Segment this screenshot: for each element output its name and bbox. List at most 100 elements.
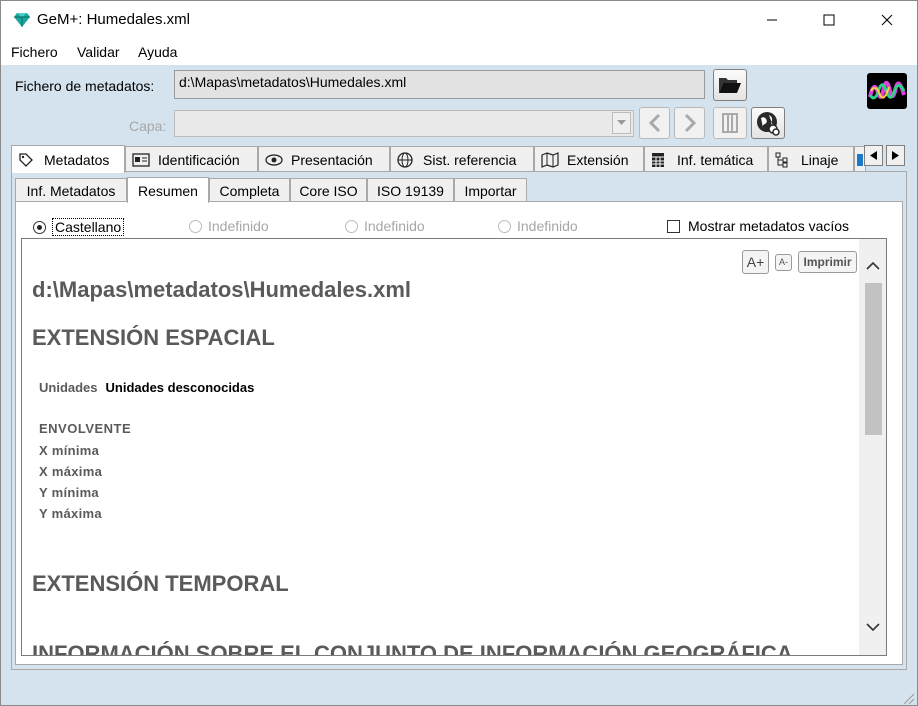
layer-dropdown-button[interactable]: [612, 112, 631, 134]
tag-icon: [18, 152, 38, 168]
menu-validar[interactable]: Validar: [77, 44, 120, 60]
radio-icon: [345, 219, 358, 233]
units-value: Unidades desconocidas: [105, 380, 255, 395]
report-title: d:\Mapas\metadatos\Humedales.xml: [32, 277, 412, 302]
print-button[interactable]: Imprimir: [798, 251, 857, 273]
chevron-right-icon: [684, 113, 696, 133]
gem-icon: [14, 13, 30, 27]
section-heading-spatial: EXTENSIÓN ESPACIAL: [32, 325, 275, 350]
open-file-button[interactable]: [713, 69, 747, 101]
radio-selected-icon: [33, 220, 46, 234]
show-empty-checkbox[interactable]: Mostrar metadatos vacíos: [667, 218, 849, 234]
maximize-button[interactable]: [800, 1, 858, 39]
layer-label: Capa:: [129, 118, 167, 134]
tab-metadatos[interactable]: Metadatos: [11, 145, 125, 173]
subtab-resumen[interactable]: Resumen: [127, 177, 209, 203]
columns-icon: [722, 113, 738, 133]
xmax-label: X máxima: [39, 464, 103, 479]
menu-bar: Fichero Validar Ayuda: [1, 39, 917, 65]
chevron-up-icon: [866, 261, 880, 270]
previous-layer-button[interactable]: [639, 107, 670, 139]
chevron-left-icon: [648, 113, 660, 133]
subtab-core-iso[interactable]: Core ISO: [290, 178, 367, 202]
tab-sist-referencia[interactable]: Sist. referencia: [390, 146, 534, 172]
tab-label: Sist. referencia: [423, 151, 517, 168]
ymax-label: Y máxima: [39, 506, 102, 521]
close-icon: [881, 14, 893, 26]
radio-label: Castellano: [52, 218, 125, 236]
tab-scroll-right-button[interactable]: [886, 145, 905, 166]
chevron-down-icon: [617, 120, 626, 125]
menu-fichero[interactable]: Fichero: [11, 44, 58, 60]
font-larger-button[interactable]: A+: [742, 250, 769, 274]
tab-label: Inf. temática: [677, 151, 754, 168]
arrow-left-icon: [870, 151, 877, 160]
checkbox-icon: [667, 219, 680, 233]
language-radio-castellano[interactable]: Castellano: [33, 218, 125, 236]
ymin-label: Y mínima: [39, 485, 99, 500]
id-card-icon: [132, 152, 152, 168]
chevron-down-icon: [866, 622, 880, 631]
tree-icon: [775, 152, 795, 168]
tab-label: Metadatos: [44, 151, 110, 168]
table-icon: [651, 152, 671, 168]
app-logo: [867, 73, 907, 109]
envelope-heading: ENVOLVENTE: [39, 421, 132, 436]
subtab-completa[interactable]: Completa: [209, 178, 290, 202]
xmin-label: X mínima: [39, 443, 100, 458]
layer-properties-button[interactable]: [713, 107, 747, 139]
tab-presentacion[interactable]: Presentación: [258, 146, 390, 172]
checkbox-label: Mostrar metadatos vacíos: [688, 218, 850, 234]
minimize-button[interactable]: [743, 1, 801, 39]
tab-scroll-left-button[interactable]: [864, 145, 883, 166]
tab-identificacion[interactable]: Identificación: [125, 146, 258, 172]
units-label: Unidades: [39, 380, 98, 395]
globe-icon: [397, 151, 417, 168]
metadata-report: A+ A- Imprimir d:\Mapas\metadatos\Humeda…: [21, 238, 859, 656]
title-bar: GeM+: Humedales.xml: [1, 1, 917, 39]
radio-label: Indefinido: [208, 218, 269, 234]
scroll-up-button[interactable]: [865, 257, 881, 273]
tab-label: Extensión: [567, 151, 629, 168]
close-button[interactable]: [858, 1, 916, 39]
scroll-down-button[interactable]: [865, 619, 881, 635]
tab-label: Linaje: [801, 151, 839, 168]
metadata-file-field[interactable]: d:\Mapas\metadatos\Humedales.xml: [174, 70, 705, 99]
section-heading-info: INFORMACIÓN SOBRE EL CONJUNTO DE INFORMA…: [32, 641, 793, 656]
map-icon: [541, 151, 561, 168]
language-radio-3[interactable]: Indefinido: [345, 218, 425, 234]
maximize-icon: [823, 14, 835, 26]
report-scrollbar[interactable]: [859, 238, 887, 656]
radio-label: Indefinido: [517, 218, 578, 234]
next-layer-button[interactable]: [674, 107, 705, 139]
radio-label: Indefinido: [364, 218, 425, 234]
tab-inf-tematica[interactable]: Inf. temática: [644, 146, 768, 172]
window-title: GeM+: Humedales.xml: [37, 11, 190, 28]
scroll-thumb[interactable]: [865, 283, 882, 435]
radio-icon: [189, 219, 202, 233]
section-heading-temporal: EXTENSIÓN TEMPORAL: [32, 571, 289, 596]
tab-linaje[interactable]: Linaje: [768, 146, 854, 172]
tab-label: Presentación: [291, 151, 373, 168]
report-toolbar: A+ A- Imprimir: [742, 250, 857, 274]
font-smaller-button[interactable]: A-: [775, 253, 792, 271]
radio-icon: [498, 219, 511, 233]
open-folder-icon: [719, 78, 741, 93]
tab-extension[interactable]: Extensión: [534, 146, 644, 172]
language-radio-4[interactable]: Indefinido: [498, 218, 578, 234]
layer-select[interactable]: [174, 110, 634, 137]
resize-grip-icon[interactable]: [901, 691, 915, 705]
tab-label: Identificación: [158, 151, 240, 168]
globe-link-icon: [757, 112, 780, 136]
arrow-right-icon: [892, 151, 899, 160]
metadata-file-label: Fichero de metadatos:: [15, 78, 155, 94]
subtab-importar[interactable]: Importar: [454, 178, 527, 202]
eye-icon: [265, 152, 285, 168]
menu-ayuda[interactable]: Ayuda: [138, 44, 177, 60]
minimize-icon: [767, 19, 777, 21]
web-service-button[interactable]: [751, 107, 785, 139]
language-radio-2[interactable]: Indefinido: [189, 218, 269, 234]
units-row: Unidades Unidades desconocidas: [39, 380, 254, 395]
subtab-iso-19139[interactable]: ISO 19139: [367, 178, 454, 202]
subtab-inf-metadatos[interactable]: Inf. Metadatos: [15, 178, 127, 202]
